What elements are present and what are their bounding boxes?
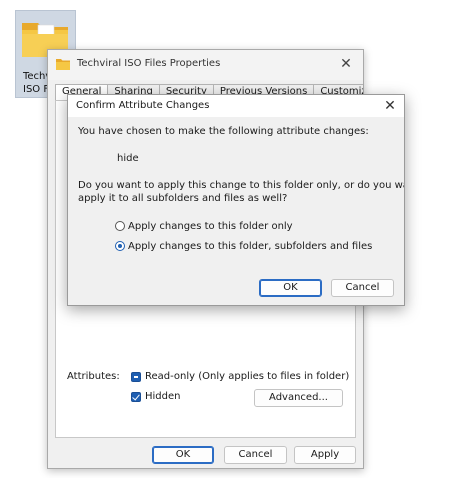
radio-folder-subfolders-files-label: Apply changes to this folder, subfolders… [128, 241, 373, 252]
confirm-titlebar: Confirm Attribute Changes ✕ [68, 95, 404, 117]
readonly-checkbox[interactable] [131, 372, 141, 382]
confirm-intro: You have chosen to make the following at… [78, 126, 369, 137]
properties-title: Techviral ISO Files Properties [77, 58, 221, 69]
attributes-label: Attributes: [67, 371, 120, 382]
hidden-label: Hidden [145, 391, 181, 402]
confirm-cancel-button[interactable]: Cancel [331, 279, 394, 297]
attribute-change-value: hide [117, 153, 139, 164]
radio-folder-subfolders-files[interactable] [115, 241, 125, 251]
ok-button[interactable]: OK [152, 446, 214, 464]
confirm-ok-button[interactable]: OK [259, 279, 322, 297]
close-icon[interactable]: ✕ [338, 56, 354, 72]
confirm-attribute-dialog: Confirm Attribute Changes ✕ You have cho… [67, 94, 405, 306]
cancel-button[interactable]: Cancel [224, 446, 287, 464]
confirm-question-line2: apply it to all subfolders and files as … [78, 193, 288, 204]
advanced-button[interactable]: Advanced... [254, 389, 343, 407]
close-icon[interactable]: ✕ [382, 97, 398, 115]
hidden-checkbox[interactable] [131, 392, 141, 402]
folder-icon [56, 59, 70, 70]
confirm-body: You have chosen to make the following at… [68, 117, 404, 305]
screenshot-canvas: Techvi ISO F Techviral ISO Files Propert… [0, 0, 474, 478]
readonly-label: Read-only (Only applies to files in fold… [145, 371, 350, 382]
radio-folder-only[interactable] [115, 221, 125, 231]
confirm-title: Confirm Attribute Changes [76, 100, 210, 111]
properties-titlebar: Techviral ISO Files Properties ✕ [48, 50, 363, 80]
radio-folder-only-label: Apply changes to this folder only [128, 221, 293, 232]
confirm-question-line1: Do you want to apply this change to this… [78, 180, 405, 191]
apply-button[interactable]: Apply [294, 446, 356, 464]
